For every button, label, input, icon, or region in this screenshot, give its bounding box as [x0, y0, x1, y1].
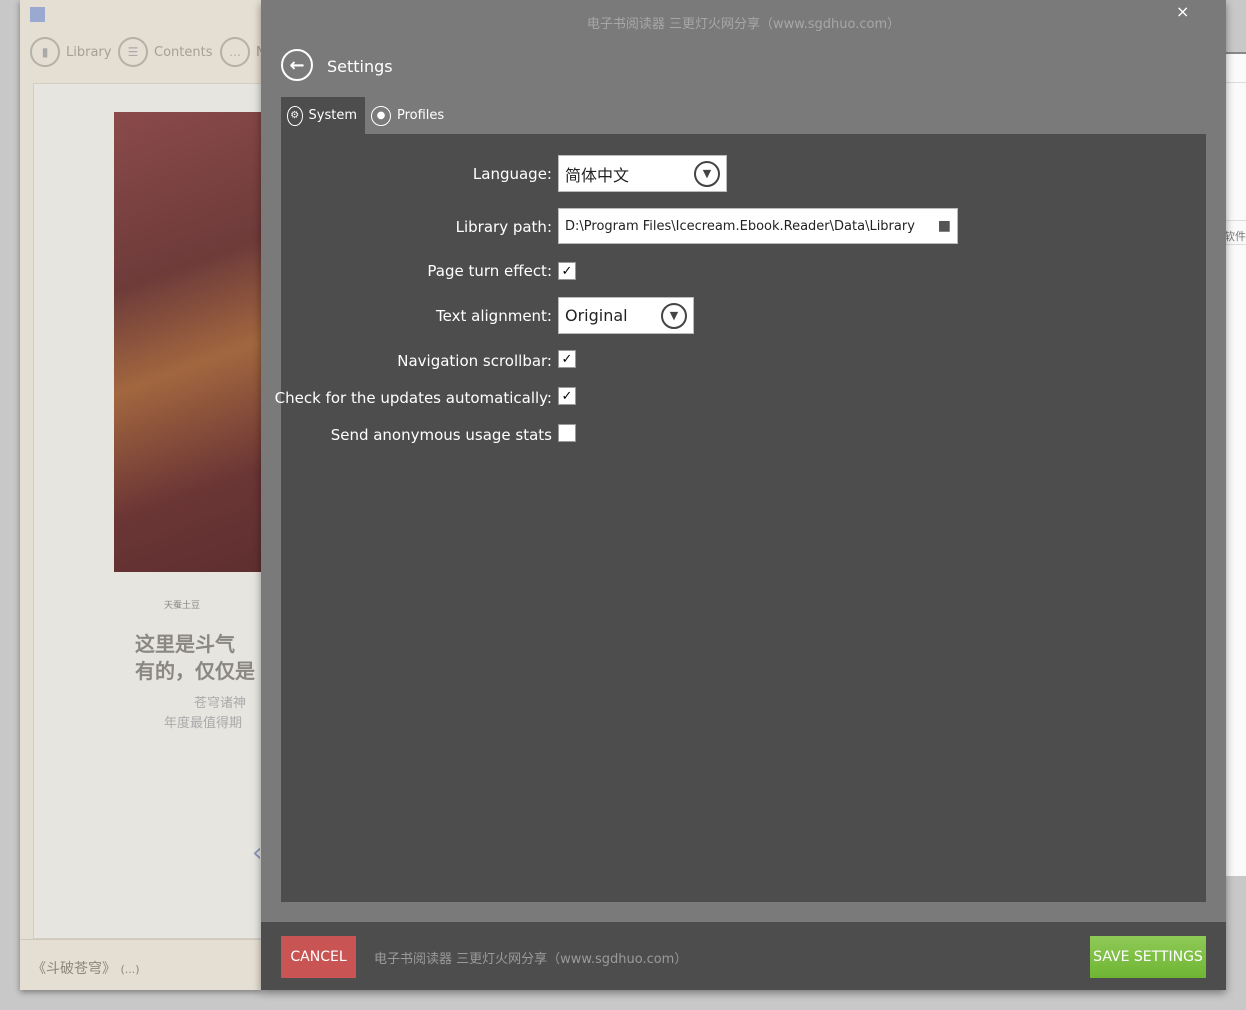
tab-system[interactable]: ⚙ System [281, 97, 365, 134]
chevron-down-icon: ▼ [694, 160, 720, 187]
save-settings-button[interactable]: SAVE SETTINGS [1090, 936, 1206, 978]
tab-label: System [308, 108, 357, 123]
tab-label: Profiles [397, 108, 445, 123]
page-turn-checkbox[interactable]: ✓ [558, 262, 576, 280]
footer-text: 电子书阅读器 三更灯火网分享（www.sgdhuo.com） [374, 952, 688, 967]
cancel-button[interactable]: CANCEL [281, 936, 356, 978]
nav-scrollbar-checkbox[interactable]: ✓ [558, 350, 576, 368]
nav-contents[interactable]: ☰ Contents [118, 37, 212, 67]
page-title: Settings [327, 57, 393, 76]
cover-line: 年度最值得期 [164, 716, 243, 731]
auto-updates-label: Check for the updates automatically: [274, 389, 552, 407]
cover-author: 天蚕土豆 [164, 601, 201, 611]
book-title-text: 《斗破苍穹》 [32, 961, 116, 977]
usage-stats-label: Send anonymous usage stats [330, 426, 552, 444]
book-extra: (...) [120, 963, 140, 976]
nav-scrollbar-label: Navigation scrollbar: [397, 352, 552, 370]
close-button[interactable]: × [1176, 2, 1190, 21]
library-path-value: D:\Program Files\Icecream.Ebook.Reader\D… [565, 218, 915, 234]
nav-library[interactable]: ▮ Library [30, 37, 111, 67]
settings-dialog: 电子书阅读器 三更灯火网分享（www.sgdhuo.com） × ← Setti… [261, 0, 1226, 990]
gears-icon: ⚙ [287, 105, 303, 126]
comment-icon: … [220, 37, 250, 67]
back-arrow-icon[interactable]: ← [281, 49, 313, 81]
text-alignment-select[interactable]: Original ▼ [558, 297, 694, 334]
folder-icon[interactable]: ■ [938, 218, 951, 234]
background-window-right: 软件 [1224, 52, 1246, 876]
cover-line: 苍穹诸神 [194, 696, 247, 711]
chevron-down-icon: ▼ [661, 302, 687, 329]
list-icon: ☰ [118, 37, 148, 67]
text-alignment-label: Text alignment: [436, 307, 552, 325]
window-title: 电子书阅读器 三更灯火网分享（www.sgdhuo.com） [586, 17, 901, 32]
language-value: 简体中文 [565, 165, 630, 185]
settings-panel: Language: 简体中文 ▼ Library path: D:\Program… [275, 134, 1206, 902]
fragment-text: 软件 [1224, 230, 1246, 243]
user-icon: ● [371, 105, 391, 126]
library-path-label: Library path: [455, 218, 552, 236]
reader-app-background: ▮Library ☰Contents …N 天蚕土豆 这里是斗气 有的，仅仅是 … [20, 0, 266, 990]
divider [20, 939, 261, 940]
cover-line: 这里是斗气 [135, 632, 235, 656]
book-icon: ▮ [30, 37, 60, 67]
usage-stats-checkbox[interactable] [558, 424, 576, 442]
text-alignment-value: Original [565, 306, 628, 325]
tab-profiles[interactable]: ● Profiles [365, 97, 452, 134]
nav-label: Contents [154, 44, 213, 60]
language-label: Language: [472, 165, 552, 183]
app-icon [30, 7, 45, 22]
page-turn-label: Page turn effect: [427, 262, 552, 280]
dialog-footer: CANCEL 电子书阅读器 三更灯火网分享（www.sgdhuo.com） SA… [261, 922, 1226, 990]
library-path-input[interactable]: D:\Program Files\Icecream.Ebook.Reader\D… [558, 208, 958, 244]
language-select[interactable]: 简体中文 ▼ [558, 155, 727, 192]
nav-notes[interactable]: …N [220, 37, 266, 67]
auto-updates-checkbox[interactable]: ✓ [558, 387, 576, 405]
book-title: 《斗破苍穹》 (...) [32, 958, 140, 978]
book-cover-image [114, 112, 261, 572]
nav-label: Library [66, 44, 112, 60]
cover-line: 有的，仅仅是 [135, 659, 255, 683]
